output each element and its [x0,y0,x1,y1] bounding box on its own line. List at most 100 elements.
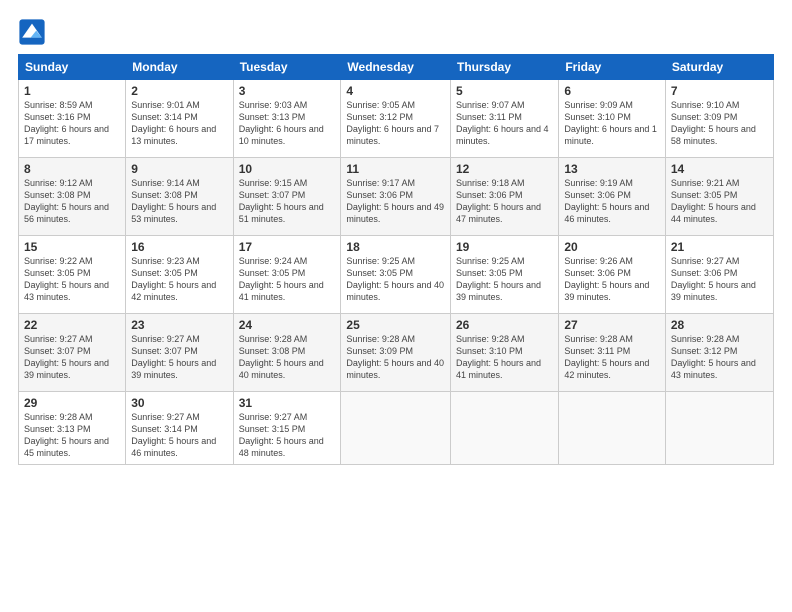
day-cell: 29Sunrise: 9:28 AMSunset: 3:13 PMDayligh… [19,392,126,465]
day-number: 24 [239,318,336,332]
day-number: 30 [131,396,227,410]
day-number: 2 [131,84,227,98]
day-number: 14 [671,162,768,176]
day-info: Sunrise: 9:28 AMSunset: 3:13 PMDaylight:… [24,411,120,460]
day-cell: 2Sunrise: 9:01 AMSunset: 3:14 PMDaylight… [126,80,233,158]
day-number: 15 [24,240,120,254]
day-cell: 11Sunrise: 9:17 AMSunset: 3:06 PMDayligh… [341,158,451,236]
day-number: 6 [564,84,660,98]
day-cell: 14Sunrise: 9:21 AMSunset: 3:05 PMDayligh… [665,158,773,236]
day-number: 10 [239,162,336,176]
day-cell: 17Sunrise: 9:24 AMSunset: 3:05 PMDayligh… [233,236,341,314]
day-info: Sunrise: 9:05 AMSunset: 3:12 PMDaylight:… [346,99,445,148]
day-cell: 16Sunrise: 9:23 AMSunset: 3:05 PMDayligh… [126,236,233,314]
header-cell-thursday: Thursday [451,55,559,80]
header-cell-saturday: Saturday [665,55,773,80]
day-cell: 25Sunrise: 9:28 AMSunset: 3:09 PMDayligh… [341,314,451,392]
day-info: Sunrise: 9:28 AMSunset: 3:08 PMDaylight:… [239,333,336,382]
calendar-table: SundayMondayTuesdayWednesdayThursdayFrid… [18,54,774,465]
day-info: Sunrise: 9:01 AMSunset: 3:14 PMDaylight:… [131,99,227,148]
day-number: 16 [131,240,227,254]
day-cell [559,392,666,465]
day-info: Sunrise: 9:14 AMSunset: 3:08 PMDaylight:… [131,177,227,226]
day-info: Sunrise: 9:28 AMSunset: 3:11 PMDaylight:… [564,333,660,382]
day-info: Sunrise: 9:26 AMSunset: 3:06 PMDaylight:… [564,255,660,304]
day-cell: 7Sunrise: 9:10 AMSunset: 3:09 PMDaylight… [665,80,773,158]
day-cell: 26Sunrise: 9:28 AMSunset: 3:10 PMDayligh… [451,314,559,392]
day-info: Sunrise: 9:27 AMSunset: 3:07 PMDaylight:… [24,333,120,382]
day-cell: 20Sunrise: 9:26 AMSunset: 3:06 PMDayligh… [559,236,666,314]
header-cell-friday: Friday [559,55,666,80]
day-number: 9 [131,162,227,176]
day-info: Sunrise: 9:12 AMSunset: 3:08 PMDaylight:… [24,177,120,226]
day-info: Sunrise: 9:19 AMSunset: 3:06 PMDaylight:… [564,177,660,226]
day-number: 3 [239,84,336,98]
day-info: Sunrise: 9:24 AMSunset: 3:05 PMDaylight:… [239,255,336,304]
header [18,18,774,46]
day-info: Sunrise: 9:27 AMSunset: 3:14 PMDaylight:… [131,411,227,460]
day-cell: 15Sunrise: 9:22 AMSunset: 3:05 PMDayligh… [19,236,126,314]
day-info: Sunrise: 9:03 AMSunset: 3:13 PMDaylight:… [239,99,336,148]
day-cell: 18Sunrise: 9:25 AMSunset: 3:05 PMDayligh… [341,236,451,314]
day-cell: 9Sunrise: 9:14 AMSunset: 3:08 PMDaylight… [126,158,233,236]
day-cell: 21Sunrise: 9:27 AMSunset: 3:06 PMDayligh… [665,236,773,314]
day-info: Sunrise: 9:10 AMSunset: 3:09 PMDaylight:… [671,99,768,148]
day-number: 4 [346,84,445,98]
day-cell: 12Sunrise: 9:18 AMSunset: 3:06 PMDayligh… [451,158,559,236]
day-cell: 19Sunrise: 9:25 AMSunset: 3:05 PMDayligh… [451,236,559,314]
day-cell: 28Sunrise: 9:28 AMSunset: 3:12 PMDayligh… [665,314,773,392]
day-number: 7 [671,84,768,98]
day-number: 29 [24,396,120,410]
header-cell-monday: Monday [126,55,233,80]
day-number: 25 [346,318,445,332]
day-cell: 27Sunrise: 9:28 AMSunset: 3:11 PMDayligh… [559,314,666,392]
day-cell: 31Sunrise: 9:27 AMSunset: 3:15 PMDayligh… [233,392,341,465]
week-row: 15Sunrise: 9:22 AMSunset: 3:05 PMDayligh… [19,236,774,314]
day-number: 20 [564,240,660,254]
day-number: 17 [239,240,336,254]
day-number: 1 [24,84,120,98]
day-cell: 1Sunrise: 8:59 AMSunset: 3:16 PMDaylight… [19,80,126,158]
day-cell: 6Sunrise: 9:09 AMSunset: 3:10 PMDaylight… [559,80,666,158]
day-info: Sunrise: 9:23 AMSunset: 3:05 PMDaylight:… [131,255,227,304]
day-info: Sunrise: 9:07 AMSunset: 3:11 PMDaylight:… [456,99,553,148]
day-info: Sunrise: 9:15 AMSunset: 3:07 PMDaylight:… [239,177,336,226]
day-info: Sunrise: 8:59 AMSunset: 3:16 PMDaylight:… [24,99,120,148]
day-number: 19 [456,240,553,254]
day-number: 18 [346,240,445,254]
day-cell: 22Sunrise: 9:27 AMSunset: 3:07 PMDayligh… [19,314,126,392]
day-info: Sunrise: 9:28 AMSunset: 3:10 PMDaylight:… [456,333,553,382]
day-info: Sunrise: 9:25 AMSunset: 3:05 PMDaylight:… [346,255,445,304]
week-row: 29Sunrise: 9:28 AMSunset: 3:13 PMDayligh… [19,392,774,465]
day-number: 27 [564,318,660,332]
day-number: 28 [671,318,768,332]
day-number: 21 [671,240,768,254]
day-number: 11 [346,162,445,176]
header-cell-tuesday: Tuesday [233,55,341,80]
day-info: Sunrise: 9:28 AMSunset: 3:09 PMDaylight:… [346,333,445,382]
day-number: 13 [564,162,660,176]
day-cell: 4Sunrise: 9:05 AMSunset: 3:12 PMDaylight… [341,80,451,158]
day-info: Sunrise: 9:27 AMSunset: 3:07 PMDaylight:… [131,333,227,382]
day-cell [341,392,451,465]
day-number: 8 [24,162,120,176]
day-cell [665,392,773,465]
day-info: Sunrise: 9:22 AMSunset: 3:05 PMDaylight:… [24,255,120,304]
day-cell [451,392,559,465]
day-info: Sunrise: 9:27 AMSunset: 3:06 PMDaylight:… [671,255,768,304]
day-number: 26 [456,318,553,332]
logo-icon [18,18,46,46]
day-cell: 5Sunrise: 9:07 AMSunset: 3:11 PMDaylight… [451,80,559,158]
week-row: 8Sunrise: 9:12 AMSunset: 3:08 PMDaylight… [19,158,774,236]
header-cell-wednesday: Wednesday [341,55,451,80]
day-cell: 8Sunrise: 9:12 AMSunset: 3:08 PMDaylight… [19,158,126,236]
day-cell: 3Sunrise: 9:03 AMSunset: 3:13 PMDaylight… [233,80,341,158]
day-cell: 13Sunrise: 9:19 AMSunset: 3:06 PMDayligh… [559,158,666,236]
day-info: Sunrise: 9:17 AMSunset: 3:06 PMDaylight:… [346,177,445,226]
header-cell-sunday: Sunday [19,55,126,80]
day-info: Sunrise: 9:21 AMSunset: 3:05 PMDaylight:… [671,177,768,226]
day-info: Sunrise: 9:18 AMSunset: 3:06 PMDaylight:… [456,177,553,226]
day-cell: 10Sunrise: 9:15 AMSunset: 3:07 PMDayligh… [233,158,341,236]
day-number: 23 [131,318,227,332]
day-number: 12 [456,162,553,176]
